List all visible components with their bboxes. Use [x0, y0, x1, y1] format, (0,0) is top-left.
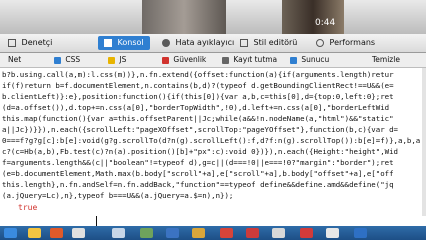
console-line: b.clientLeft)}:e},position:function(){if… [2, 92, 394, 101]
console-output[interactable]: b?b.using.call(a,m):l.css(m))},n.fn.exte… [0, 68, 426, 216]
tab-debugger[interactable]: Hata ayıklayıcı [162, 36, 234, 50]
app-icon[interactable] [192, 228, 205, 238]
console-line: this.length},n.fn.andSelf=n.fn.addBack,"… [2, 180, 394, 189]
video-duration: 0:44 [315, 18, 336, 28]
css-icon [54, 56, 61, 64]
folder-icon[interactable] [28, 228, 41, 238]
server-icon [290, 56, 297, 64]
console-filter-toolbar: Net CSS JS Güvenlik Kayıt tutma Sunucu T… [0, 53, 426, 68]
app-icon[interactable] [166, 228, 179, 238]
filter-net[interactable]: Net [8, 54, 21, 66]
text-cursor [96, 216, 97, 226]
filter-label: Kayıt tutma [233, 55, 278, 64]
app-icon[interactable] [326, 228, 339, 238]
console-line: (d=a.offset()),d.top+=n.css(a[0],"border… [2, 103, 390, 112]
tab-performance[interactable]: Performans [316, 36, 375, 50]
filter-css[interactable]: CSS [54, 54, 80, 66]
tab-console[interactable]: Konsol [98, 36, 150, 50]
console-icon [104, 38, 112, 47]
app-icon[interactable] [354, 228, 367, 238]
style-editor-icon [240, 38, 248, 47]
console-scrollbar[interactable] [422, 68, 426, 216]
filter-label: JS [119, 55, 127, 64]
start-icon[interactable] [4, 228, 17, 238]
filter-server[interactable]: Sunucu [290, 54, 329, 66]
devtools-tab-bar: Denetçi Konsol Hata ayıklayıcı Stil edit… [0, 34, 426, 53]
video-thumbnail-strip: 0:44 [0, 0, 426, 34]
app-icon[interactable] [300, 228, 313, 238]
firefox-icon[interactable] [50, 228, 63, 238]
logging-icon [222, 56, 229, 64]
app-icon[interactable] [112, 228, 125, 238]
console-line: this.map(function(){var a=this.offsetPar… [2, 114, 394, 123]
app-icon[interactable] [140, 228, 153, 238]
security-icon [162, 56, 169, 64]
tab-inspector[interactable]: Denetçi [8, 36, 52, 50]
filter-label: Sunucu [301, 55, 330, 64]
js-icon [108, 56, 115, 64]
filter-label: CSS [65, 55, 81, 64]
tab-label: Hata ayıklayıcı [175, 38, 235, 47]
console-line: a||Jc})}}),n.each({scrollLeft:"pageXOffs… [2, 125, 399, 134]
console-line: b?b.using.call(a,m):l.css(m))},n.fn.exte… [2, 70, 394, 79]
console-result: true [18, 203, 38, 212]
console-line: f=arguments.length&&(c||"boolean"!=typeo… [2, 158, 394, 167]
app-icon[interactable] [246, 228, 259, 238]
console-line: (a.jQuery=Lc),n},typeof b===U&&(a.jQuery… [2, 191, 234, 200]
performance-icon [316, 38, 324, 47]
console-line: (e=b.documentElement,Math.max(b.body["sc… [2, 169, 394, 178]
console-line: c?(c=Hb(a,b),Fb.test(c)?n(a).position()[… [2, 147, 399, 156]
tab-label: Denetçi [21, 38, 53, 47]
tab-label: Konsol [117, 38, 144, 47]
inspector-icon [8, 38, 16, 47]
filter-logging[interactable]: Kayıt tutma [222, 54, 277, 66]
console-line: if(f)return b=f.documentElement,n.contai… [2, 81, 394, 90]
taskbar [0, 226, 426, 240]
filter-js[interactable]: JS [108, 54, 126, 66]
app-icon[interactable] [72, 228, 85, 238]
app-icon[interactable] [220, 228, 233, 238]
tab-style-editor[interactable]: Stil editörü [240, 36, 297, 50]
thumbnail-1[interactable] [142, 0, 226, 34]
clear-button[interactable]: Temizle [372, 54, 400, 66]
clear-label: Temizle [372, 55, 400, 64]
filter-label: Net [8, 55, 22, 64]
tab-label: Stil editörü [253, 38, 298, 47]
app-icon[interactable] [272, 228, 285, 238]
filter-security[interactable]: Güvenlik [162, 54, 206, 66]
debugger-icon [162, 38, 170, 47]
filter-label: Güvenlik [173, 55, 207, 64]
thumbnail-2[interactable] [282, 0, 344, 34]
tab-label: Performans [329, 38, 376, 47]
console-line: 0===f?g?g[c]:b[e]:void(g?g.scrollTo(d?n(… [2, 136, 421, 145]
